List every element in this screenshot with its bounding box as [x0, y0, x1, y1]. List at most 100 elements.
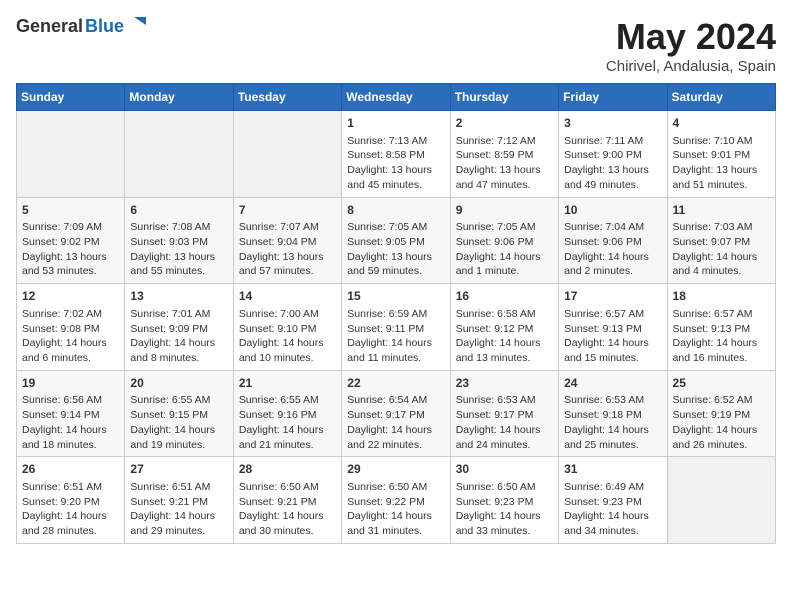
- calendar-cell: 21Sunrise: 6:55 AMSunset: 9:16 PMDayligh…: [233, 370, 341, 457]
- day-info: and 2 minutes.: [564, 264, 661, 279]
- calendar-table: Sunday Monday Tuesday Wednesday Thursday…: [16, 83, 776, 544]
- day-number: 22: [347, 375, 444, 392]
- day-info: and 22 minutes.: [347, 438, 444, 453]
- calendar-header-row: Sunday Monday Tuesday Wednesday Thursday…: [17, 84, 776, 111]
- calendar-cell: 19Sunrise: 6:56 AMSunset: 9:14 PMDayligh…: [17, 370, 125, 457]
- col-sunday: Sunday: [17, 84, 125, 111]
- day-info: Sunset: 9:05 PM: [347, 235, 444, 250]
- day-info: Daylight: 14 hours: [239, 336, 336, 351]
- day-info: Sunrise: 7:08 AM: [130, 220, 227, 235]
- day-info: Sunset: 9:12 PM: [456, 322, 553, 337]
- day-info: Daylight: 14 hours: [673, 423, 770, 438]
- day-info: Sunset: 9:19 PM: [673, 408, 770, 423]
- day-info: Sunrise: 6:50 AM: [456, 480, 553, 495]
- day-info: and 33 minutes.: [456, 524, 553, 539]
- day-info: Sunrise: 7:03 AM: [673, 220, 770, 235]
- day-number: 23: [456, 375, 553, 392]
- calendar-cell: 3Sunrise: 7:11 AMSunset: 9:00 PMDaylight…: [559, 111, 667, 198]
- day-info: Sunset: 8:59 PM: [456, 148, 553, 163]
- day-info: Sunrise: 7:05 AM: [456, 220, 553, 235]
- day-info: Sunrise: 7:09 AM: [22, 220, 119, 235]
- day-info: Sunset: 9:20 PM: [22, 495, 119, 510]
- day-number: 8: [347, 202, 444, 219]
- day-info: Daylight: 13 hours: [456, 163, 553, 178]
- day-number: 30: [456, 461, 553, 478]
- day-info: Daylight: 14 hours: [673, 336, 770, 351]
- calendar-week-5: 26Sunrise: 6:51 AMSunset: 9:20 PMDayligh…: [17, 457, 776, 544]
- day-info: Daylight: 14 hours: [130, 336, 227, 351]
- day-info: Sunset: 9:21 PM: [130, 495, 227, 510]
- day-info: Sunset: 9:10 PM: [239, 322, 336, 337]
- day-info: Daylight: 13 hours: [130, 250, 227, 265]
- day-info: Sunset: 9:07 PM: [673, 235, 770, 250]
- day-info: Daylight: 14 hours: [564, 336, 661, 351]
- day-number: 14: [239, 288, 336, 305]
- day-info: Sunrise: 6:57 AM: [564, 307, 661, 322]
- day-info: Sunset: 9:09 PM: [130, 322, 227, 337]
- day-info: Sunrise: 7:00 AM: [239, 307, 336, 322]
- page-subtitle: Chirivel, Andalusia, Spain: [606, 58, 776, 75]
- calendar-cell: 13 Sunrise: 7:01 AMSunset: 9:09 PMDayligh…: [125, 284, 233, 371]
- calendar-cell: 30Sunrise: 6:50 AMSunset: 9:23 PMDayligh…: [450, 457, 558, 544]
- calendar-cell: [125, 111, 233, 198]
- day-info: Sunrise: 7:13 AM: [347, 134, 444, 149]
- day-number: 12: [22, 288, 119, 305]
- day-info: and 57 minutes.: [239, 264, 336, 279]
- calendar-cell: [233, 111, 341, 198]
- day-info: Sunrise: 7:04 AM: [564, 220, 661, 235]
- day-number: 13: [130, 288, 227, 305]
- day-info: Sunset: 9:06 PM: [564, 235, 661, 250]
- day-number: 2: [456, 115, 553, 132]
- day-info: Daylight: 13 hours: [347, 250, 444, 265]
- day-info: Sunrise: 6:59 AM: [347, 307, 444, 322]
- col-friday: Friday: [559, 84, 667, 111]
- day-number: 5: [22, 202, 119, 219]
- day-info: Sunset: 9:13 PM: [673, 322, 770, 337]
- day-info: Daylight: 14 hours: [564, 509, 661, 524]
- day-info: and 45 minutes.: [347, 178, 444, 193]
- day-number: 9: [456, 202, 553, 219]
- day-info: Daylight: 14 hours: [456, 336, 553, 351]
- calendar-cell: 2Sunrise: 7:12 AMSunset: 8:59 PMDaylight…: [450, 111, 558, 198]
- day-info: Sunset: 9:17 PM: [347, 408, 444, 423]
- day-info: and 4 minutes.: [673, 264, 770, 279]
- calendar-cell: 18Sunrise: 6:57 AMSunset: 9:13 PMDayligh…: [667, 284, 775, 371]
- day-info: Sunset: 9:21 PM: [239, 495, 336, 510]
- day-info: Daylight: 13 hours: [673, 163, 770, 178]
- calendar-cell: 25Sunrise: 6:52 AMSunset: 9:19 PMDayligh…: [667, 370, 775, 457]
- day-info: Sunrise: 7:01 AM: [130, 307, 227, 322]
- day-number: 4: [673, 115, 770, 132]
- day-info: Sunrise: 6:55 AM: [130, 393, 227, 408]
- day-info: Daylight: 14 hours: [564, 250, 661, 265]
- calendar-cell: 7Sunrise: 7:07 AMSunset: 9:04 PMDaylight…: [233, 197, 341, 284]
- calendar-cell: 29Sunrise: 6:50 AMSunset: 9:22 PMDayligh…: [342, 457, 450, 544]
- day-number: 25: [673, 375, 770, 392]
- day-info: and 16 minutes.: [673, 351, 770, 366]
- day-info: Sunrise: 7:02 AM: [22, 307, 119, 322]
- day-info: and 24 minutes.: [456, 438, 553, 453]
- col-wednesday: Wednesday: [342, 84, 450, 111]
- day-info: and 21 minutes.: [239, 438, 336, 453]
- day-info: Sunset: 9:04 PM: [239, 235, 336, 250]
- day-number: 28: [239, 461, 336, 478]
- day-info: Daylight: 13 hours: [347, 163, 444, 178]
- calendar-cell: 9Sunrise: 7:05 AMSunset: 9:06 PMDaylight…: [450, 197, 558, 284]
- calendar-cell: 12Sunrise: 7:02 AMSunset: 9:08 PMDayligh…: [17, 284, 125, 371]
- day-number: 3: [564, 115, 661, 132]
- day-info: and 34 minutes.: [564, 524, 661, 539]
- calendar-cell: 22Sunrise: 6:54 AMSunset: 9:17 PMDayligh…: [342, 370, 450, 457]
- day-info: Sunset: 9:02 PM: [22, 235, 119, 250]
- day-info: Sunset: 9:23 PM: [456, 495, 553, 510]
- day-info: and 28 minutes.: [22, 524, 119, 539]
- day-info: and 53 minutes.: [22, 264, 119, 279]
- day-info: Daylight: 14 hours: [22, 336, 119, 351]
- logo-blue-text: Blue: [85, 16, 124, 37]
- day-info: Sunset: 9:14 PM: [22, 408, 119, 423]
- page-title: May 2024: [606, 16, 776, 58]
- day-number: 24: [564, 375, 661, 392]
- day-number: 10: [564, 202, 661, 219]
- calendar-cell: 11Sunrise: 7:03 AMSunset: 9:07 PMDayligh…: [667, 197, 775, 284]
- day-info: Daylight: 14 hours: [22, 509, 119, 524]
- day-info: Sunset: 9:15 PM: [130, 408, 227, 423]
- day-info: and 59 minutes.: [347, 264, 444, 279]
